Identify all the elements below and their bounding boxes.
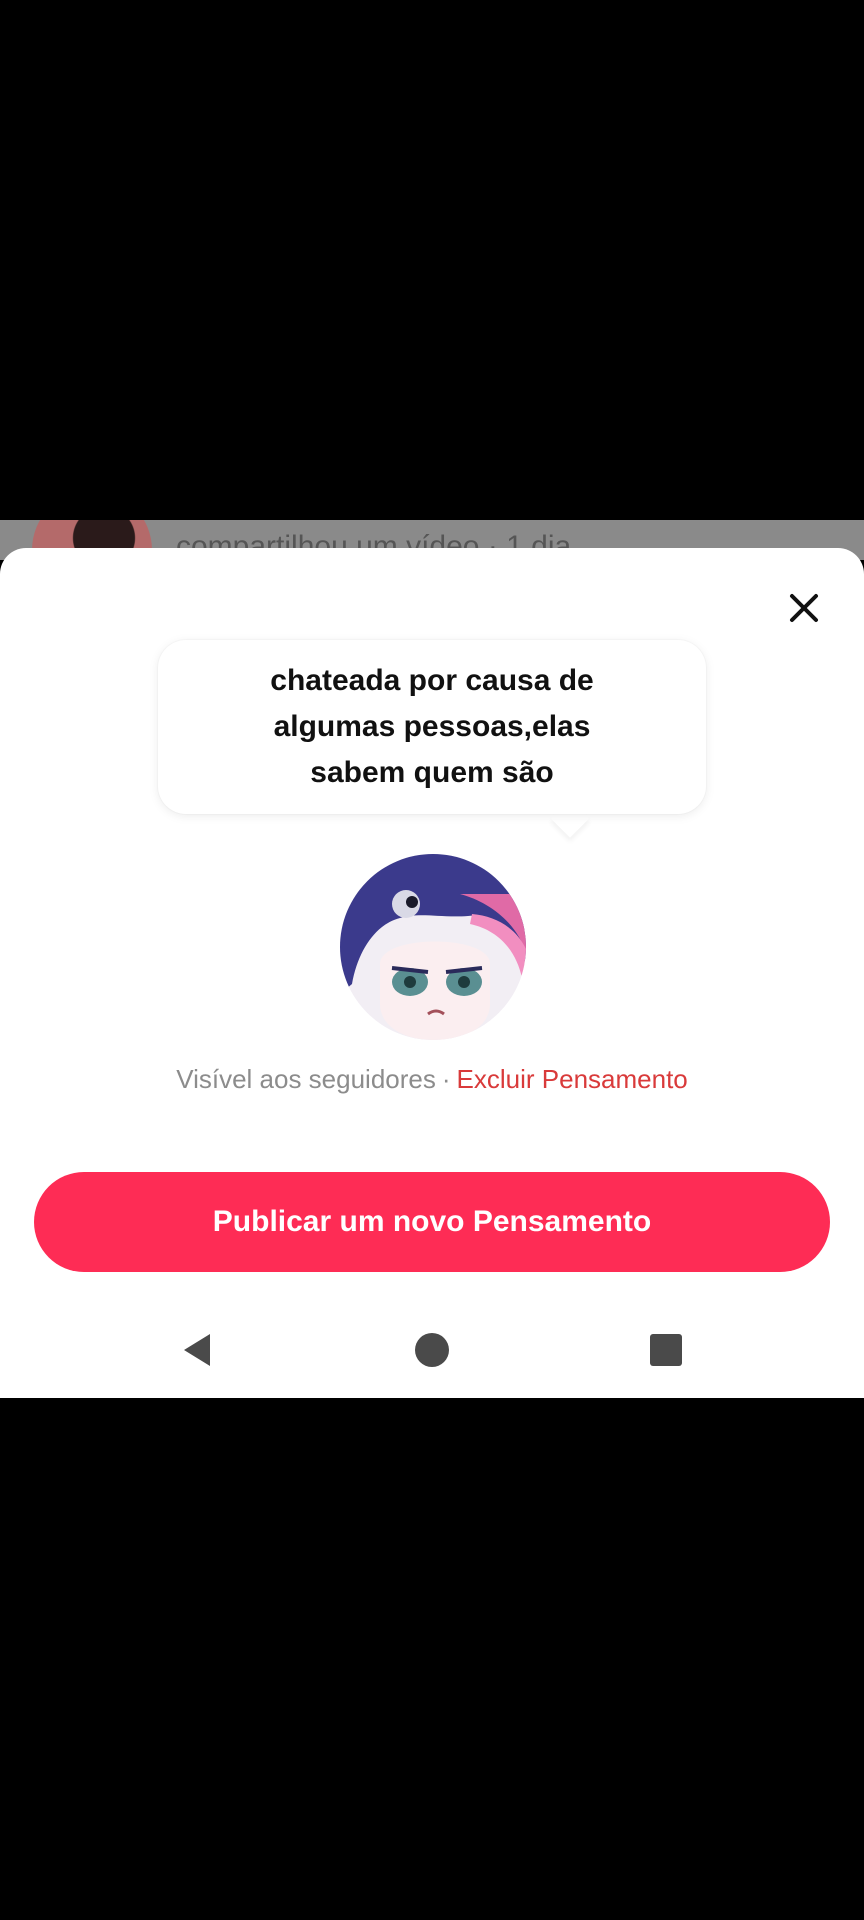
- thought-text: chateada por causa de algumas pessoas,el…: [270, 664, 594, 789]
- separator: ·: [441, 1064, 451, 1094]
- publish-thought-label: Publicar um novo Pensamento: [212, 1205, 652, 1238]
- close-icon[interactable]: [786, 590, 822, 626]
- visibility-row: Visível aos seguidores · Excluir Pensament…: [0, 1064, 864, 1095]
- thought-bubble: chateada por causa de algumas pessoas,el…: [158, 640, 706, 814]
- nav-home-icon[interactable]: [410, 1328, 454, 1372]
- delete-thought-link[interactable]: Excluir Pensamento: [457, 1064, 688, 1094]
- system-navigation-bar: [0, 1300, 864, 1398]
- publish-thought-button[interactable]: Publicar um novo Pensamento: [34, 1172, 830, 1272]
- nav-recents-icon[interactable]: [644, 1328, 688, 1372]
- thought-bottom-sheet: chateada por causa de algumas pessoas,el…: [0, 548, 864, 1398]
- visibility-text: Visível aos seguidores: [176, 1064, 436, 1094]
- avatar: [340, 854, 526, 1040]
- nav-back-icon[interactable]: [176, 1328, 220, 1372]
